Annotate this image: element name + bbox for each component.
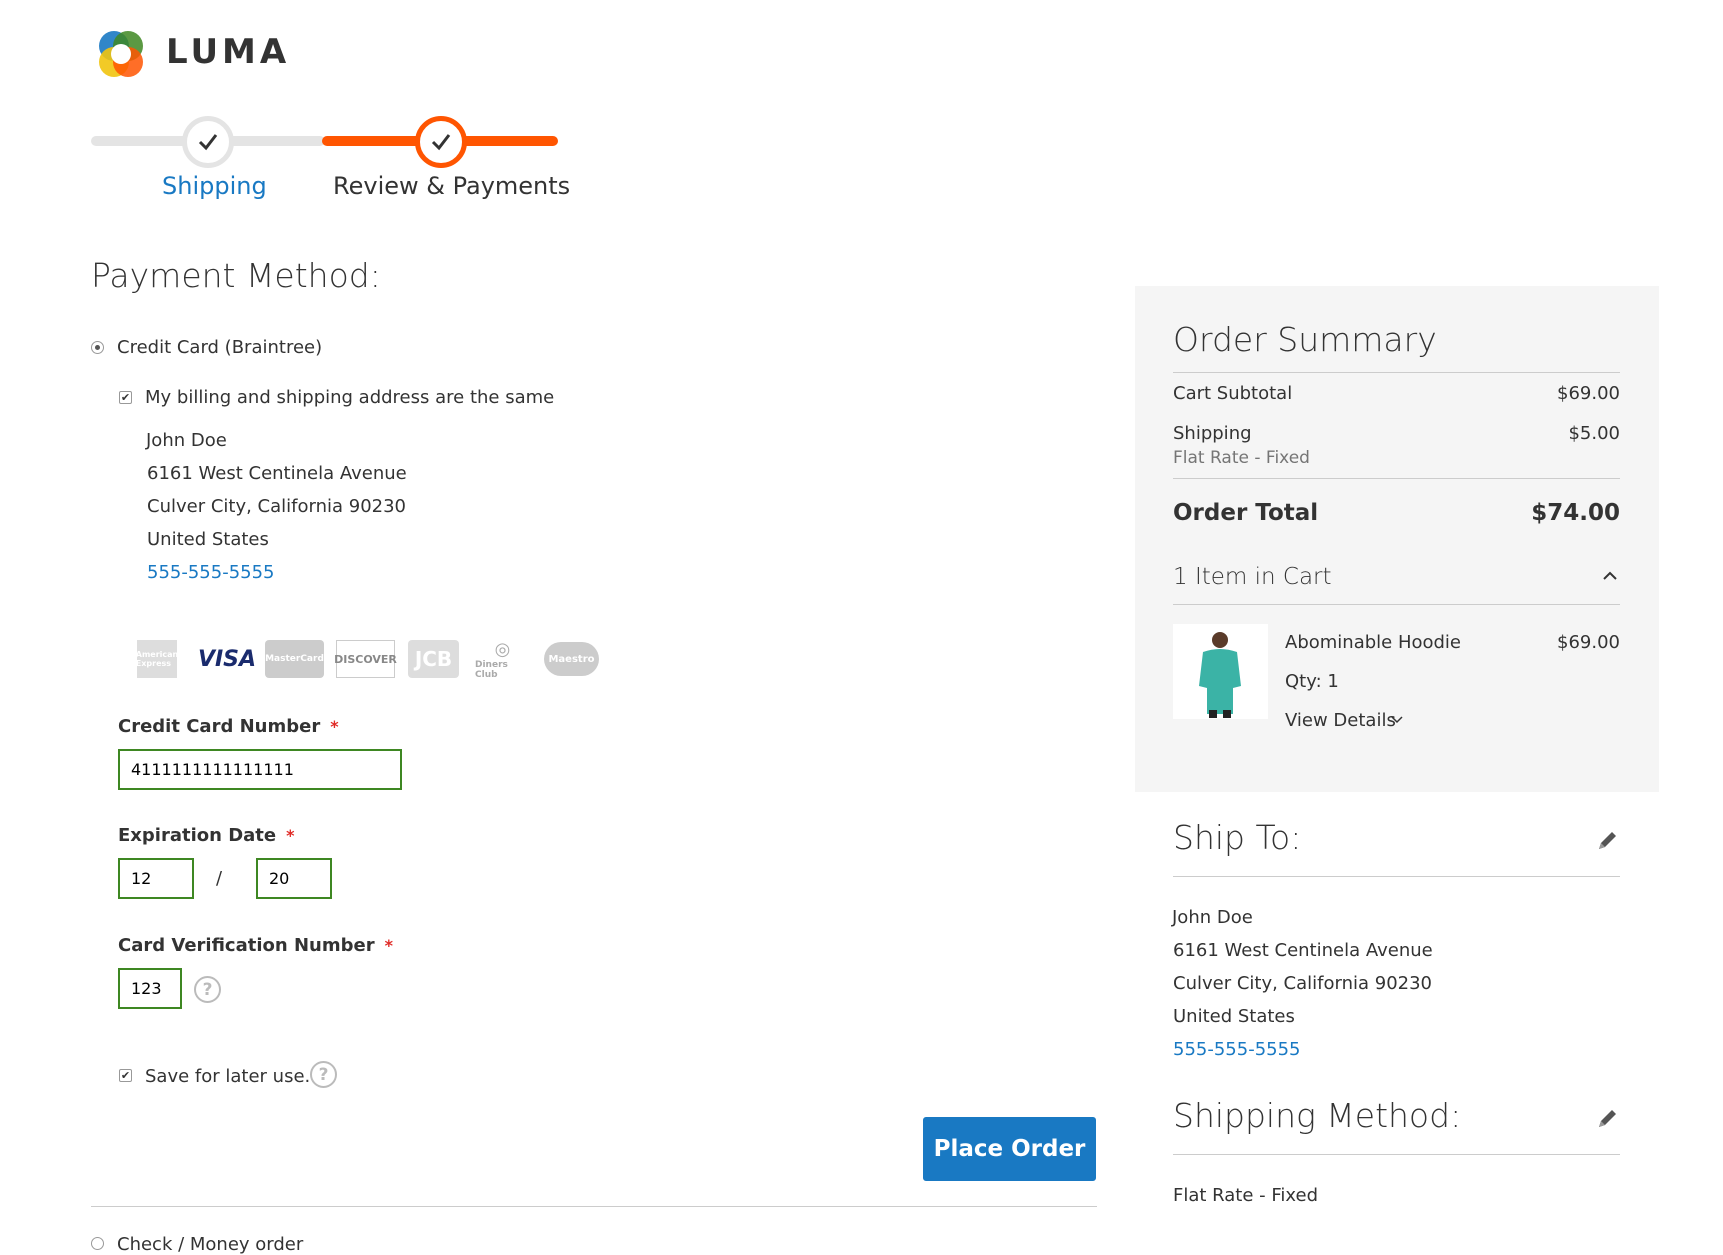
cvv-label: Card Verification Number * bbox=[118, 935, 393, 956]
check-money-order-radio[interactable] bbox=[91, 1237, 104, 1250]
summary-divider bbox=[1173, 478, 1620, 479]
billing-phone-link[interactable]: 555-555-5555 bbox=[147, 562, 275, 583]
order-total-value: $74.00 bbox=[1531, 500, 1620, 526]
save-help-icon[interactable]: ? bbox=[310, 1061, 337, 1088]
same-address-label[interactable]: My billing and shipping address are the … bbox=[145, 387, 554, 408]
ship-to-name: John Doe bbox=[1172, 907, 1253, 928]
same-address-checkbox[interactable]: ✔ bbox=[119, 391, 132, 404]
ship-to-street: 6161 West Centinela Avenue bbox=[1173, 940, 1433, 961]
expiration-year-input[interactable] bbox=[256, 858, 332, 899]
cvv-help-icon[interactable]: ? bbox=[194, 976, 221, 1003]
expiration-month-input[interactable] bbox=[118, 858, 194, 899]
credit-card-radio[interactable] bbox=[91, 341, 104, 354]
luma-logo-icon[interactable] bbox=[92, 26, 150, 84]
step-review-check-icon bbox=[415, 116, 467, 168]
billing-street: 6161 West Centinela Avenue bbox=[147, 463, 407, 484]
view-details-toggle[interactable]: View Details bbox=[1285, 710, 1396, 731]
product-name: Abominable Hoodie bbox=[1285, 632, 1462, 653]
brand-name: LUMA bbox=[166, 32, 291, 72]
shipping-method-title: Shipping Method: bbox=[1173, 1096, 1462, 1135]
ship-to-country: United States bbox=[1173, 1006, 1295, 1027]
ship-to-divider bbox=[1173, 876, 1620, 877]
required-mark: * bbox=[384, 936, 393, 955]
discover-card-icon: DISCOVER bbox=[334, 640, 397, 678]
required-mark: * bbox=[330, 717, 339, 736]
billing-country: United States bbox=[147, 529, 269, 550]
mastercard-card-icon: MasterCard bbox=[265, 640, 324, 678]
chevron-down-icon[interactable] bbox=[1390, 712, 1404, 730]
place-order-button[interactable]: Place Order bbox=[923, 1117, 1096, 1181]
card-number-input[interactable] bbox=[118, 749, 402, 790]
cvv-input[interactable] bbox=[118, 968, 182, 1009]
subtotal-value: $69.00 bbox=[1557, 383, 1620, 404]
step-shipping-link[interactable]: Shipping bbox=[162, 172, 267, 200]
shipping-method-note: Flat Rate - Fixed bbox=[1173, 448, 1310, 468]
card-number-label: Credit Card Number * bbox=[118, 716, 339, 737]
amex-card-icon: American Express bbox=[136, 640, 178, 678]
ship-to-phone-link[interactable]: 555-555-5555 bbox=[1173, 1039, 1301, 1060]
product-price: $69.00 bbox=[1557, 632, 1620, 653]
shipping-method-value: Flat Rate - Fixed bbox=[1173, 1185, 1319, 1206]
edit-pencil-icon[interactable] bbox=[1594, 1106, 1620, 1132]
shipping-value: $5.00 bbox=[1568, 423, 1620, 444]
save-for-later-checkbox[interactable]: ✔ bbox=[119, 1069, 132, 1082]
ship-to-title: Ship To: bbox=[1173, 818, 1302, 857]
chevron-up-icon[interactable] bbox=[1602, 565, 1618, 589]
items-in-cart-toggle[interactable]: 1 Item in Cart bbox=[1173, 564, 1332, 590]
summary-divider bbox=[1173, 372, 1620, 373]
shipping-method-divider bbox=[1173, 1154, 1620, 1155]
check-money-order-label[interactable]: Check / Money order bbox=[117, 1234, 303, 1255]
payment-divider bbox=[91, 1206, 1097, 1207]
expiration-separator: / bbox=[216, 868, 223, 889]
summary-divider bbox=[1173, 604, 1620, 605]
required-mark: * bbox=[286, 826, 295, 845]
step-review-label: Review & Payments bbox=[333, 172, 571, 200]
credit-card-label[interactable]: Credit Card (Braintree) bbox=[117, 337, 322, 358]
visa-card-icon: VISA bbox=[197, 646, 257, 672]
maestro-card-icon: Maestro bbox=[544, 642, 599, 676]
expiration-label: Expiration Date * bbox=[118, 825, 295, 846]
order-total-label: Order Total bbox=[1173, 500, 1319, 526]
billing-name: John Doe bbox=[146, 430, 227, 451]
edit-pencil-icon[interactable] bbox=[1594, 828, 1620, 854]
diners-club-card-icon: ◎ Diners Club bbox=[475, 638, 511, 680]
shipping-label: Shipping bbox=[1173, 423, 1252, 444]
order-summary-title: Order Summary bbox=[1173, 320, 1437, 359]
step-shipping-check-icon[interactable] bbox=[182, 116, 234, 168]
ship-to-city: Culver City, California 90230 bbox=[1173, 973, 1433, 994]
product-thumbnail[interactable] bbox=[1173, 624, 1268, 719]
payment-method-title: Payment Method: bbox=[91, 256, 381, 295]
subtotal-label: Cart Subtotal bbox=[1173, 383, 1293, 404]
billing-city: Culver City, California 90230 bbox=[147, 496, 407, 517]
jcb-card-icon: JCB bbox=[408, 640, 459, 678]
save-for-later-label[interactable]: Save for later use. bbox=[145, 1066, 310, 1087]
product-qty: Qty: 1 bbox=[1285, 671, 1339, 692]
